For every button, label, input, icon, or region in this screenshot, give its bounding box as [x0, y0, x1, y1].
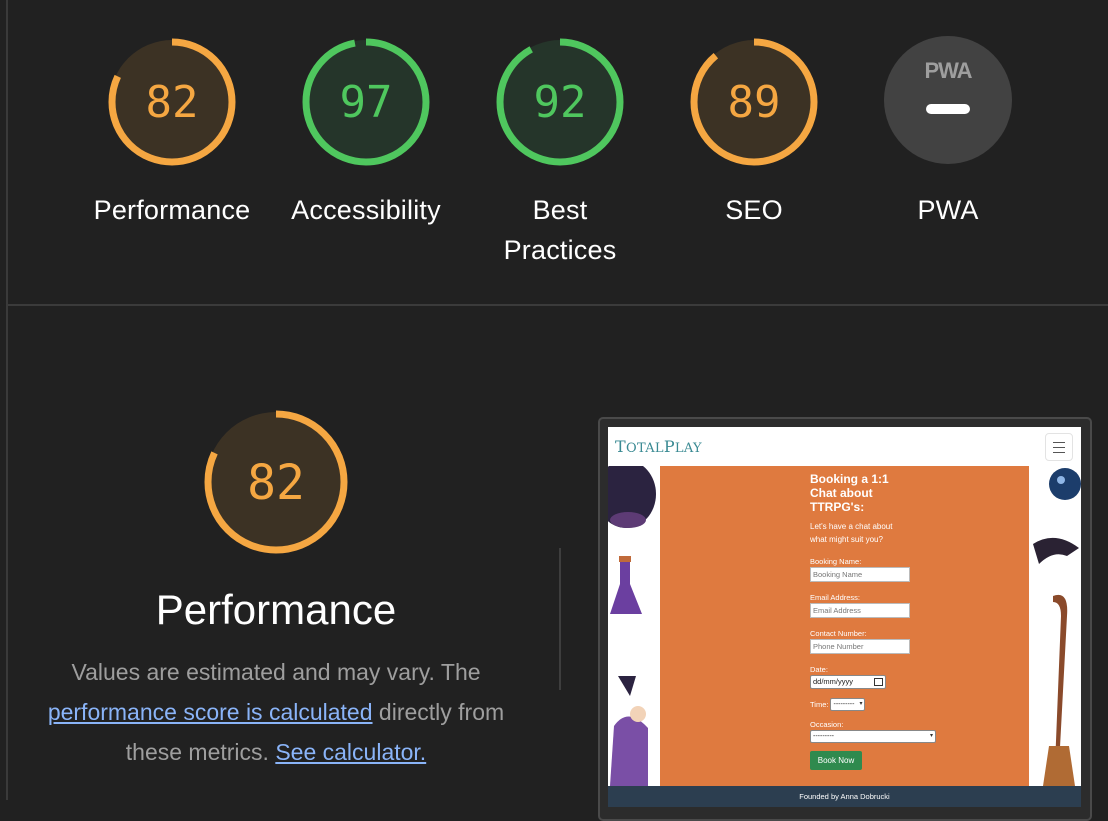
- label-occasion: Occasion:: [810, 720, 844, 729]
- see-calculator-link[interactable]: See calculator.: [275, 739, 426, 765]
- best-practices-label-line1: Best: [532, 195, 588, 225]
- booking-panel: Booking a 1:1 Chat about TTRPG's: Let's …: [660, 466, 1029, 786]
- pwa-dash-icon: [926, 104, 970, 114]
- accessibility-gauge-ring: 97: [302, 38, 430, 166]
- performance-label: Performance: [93, 195, 251, 225]
- brand-p: P: [663, 437, 675, 456]
- performance-gauge-ring: 82: [108, 38, 236, 166]
- seo-score: 89: [728, 77, 781, 128]
- screenshot-navbar: TOTALPLAY: [608, 427, 1081, 466]
- performance-title: Performance: [155, 586, 397, 633]
- chevron-down-icon: ▾: [929, 733, 933, 739]
- seo-label: SEO: [725, 195, 783, 225]
- booking-name-input[interactable]: Booking Name: [810, 567, 910, 582]
- hamburger-menu-icon: [1045, 433, 1073, 461]
- brand-lay: LAY: [674, 441, 702, 456]
- accessibility-score: 97: [340, 77, 393, 128]
- desc-text-1: Values are estimated and may vary. The: [71, 659, 481, 685]
- best-practices-label-line2: Practices: [503, 235, 617, 265]
- gauge-accessibility[interactable]: 97 Accessibility: [271, 36, 461, 230]
- performance-description: Values are estimated and may vary. The p…: [20, 652, 532, 772]
- form-title-3: TTRPG's:: [810, 500, 865, 514]
- time-select[interactable]: --------- ▾: [830, 698, 866, 711]
- form-subtitle: Let's have a chat about what might suit …: [810, 520, 990, 546]
- gauge-performance[interactable]: 82 Performance: [77, 36, 267, 230]
- score-calculated-link[interactable]: performance score is calculated: [48, 699, 373, 725]
- chevron-down-icon: ▾: [859, 701, 863, 707]
- form-title-1: Booking a 1:1: [810, 472, 889, 486]
- pwa-label: PWA: [917, 195, 979, 225]
- performance-detail-ring: 82: [204, 410, 348, 554]
- brand-t: T: [615, 437, 626, 456]
- seo-gauge-ring: 89: [690, 38, 818, 166]
- label-email: Email Address:: [810, 593, 861, 602]
- brand-otal: OTAL: [625, 441, 664, 456]
- form-subtitle-2: what might suit you?: [810, 535, 883, 544]
- gauge-seo[interactable]: 89 SEO: [659, 36, 849, 230]
- phone-input[interactable]: Phone Number: [810, 639, 910, 654]
- booking-form: Booking a 1:1 Chat about TTRPG's: Let's …: [810, 472, 990, 770]
- label-date: Date:: [810, 665, 828, 674]
- wizard-decoration-right: [1029, 466, 1081, 786]
- book-now-button[interactable]: Book Now: [810, 751, 862, 770]
- pwa-badge-icon: PWA: [884, 36, 1012, 164]
- email-input[interactable]: Email Address: [810, 603, 910, 618]
- final-screenshot[interactable]: TOTALPLAY Booking a 1:1 Chat about TTRPG…: [608, 427, 1081, 807]
- gauge-pwa[interactable]: PWA PWA: [853, 36, 1043, 230]
- section-divider: [8, 304, 1108, 306]
- form-title-2: Chat about: [810, 486, 873, 500]
- performance-detail-score: 82: [247, 455, 305, 511]
- label-contact: Contact Number:: [810, 629, 867, 638]
- screenshot-footer: Founded by Anna Dobrucki: [608, 786, 1081, 807]
- best-practices-label: Best Practices: [465, 190, 655, 270]
- occasion-value: ---------: [813, 733, 834, 740]
- vertical-separator: [559, 548, 561, 690]
- form-subtitle-1: Let's have a chat about: [810, 522, 893, 531]
- accessibility-label: Accessibility: [291, 195, 441, 225]
- totalplay-logo: TOTALPLAY: [615, 437, 702, 456]
- performance-score: 82: [146, 77, 199, 128]
- calendar-icon: [874, 678, 883, 686]
- date-value: dd/mm/yyyy: [813, 677, 854, 686]
- score-summary: 82 Performance 97 Accessibility 92 Best …: [8, 0, 1108, 304]
- best-practices-score: 92: [534, 77, 587, 128]
- best-practices-gauge-ring: 92: [496, 38, 624, 166]
- label-time: Time:: [810, 700, 829, 709]
- performance-detail-gauge: 82: [202, 408, 350, 561]
- time-row: Time: --------- ▾: [810, 698, 990, 711]
- pwa-logo: PWA: [924, 58, 972, 83]
- wizard-decoration-left: [608, 466, 660, 786]
- occasion-select[interactable]: --------- ▾: [810, 730, 936, 743]
- gauge-best-practices[interactable]: 92 Best Practices: [465, 36, 655, 270]
- label-booking-name: Booking Name:: [810, 557, 862, 566]
- date-input[interactable]: dd/mm/yyyy: [810, 675, 886, 689]
- time-value: ---------: [833, 701, 855, 708]
